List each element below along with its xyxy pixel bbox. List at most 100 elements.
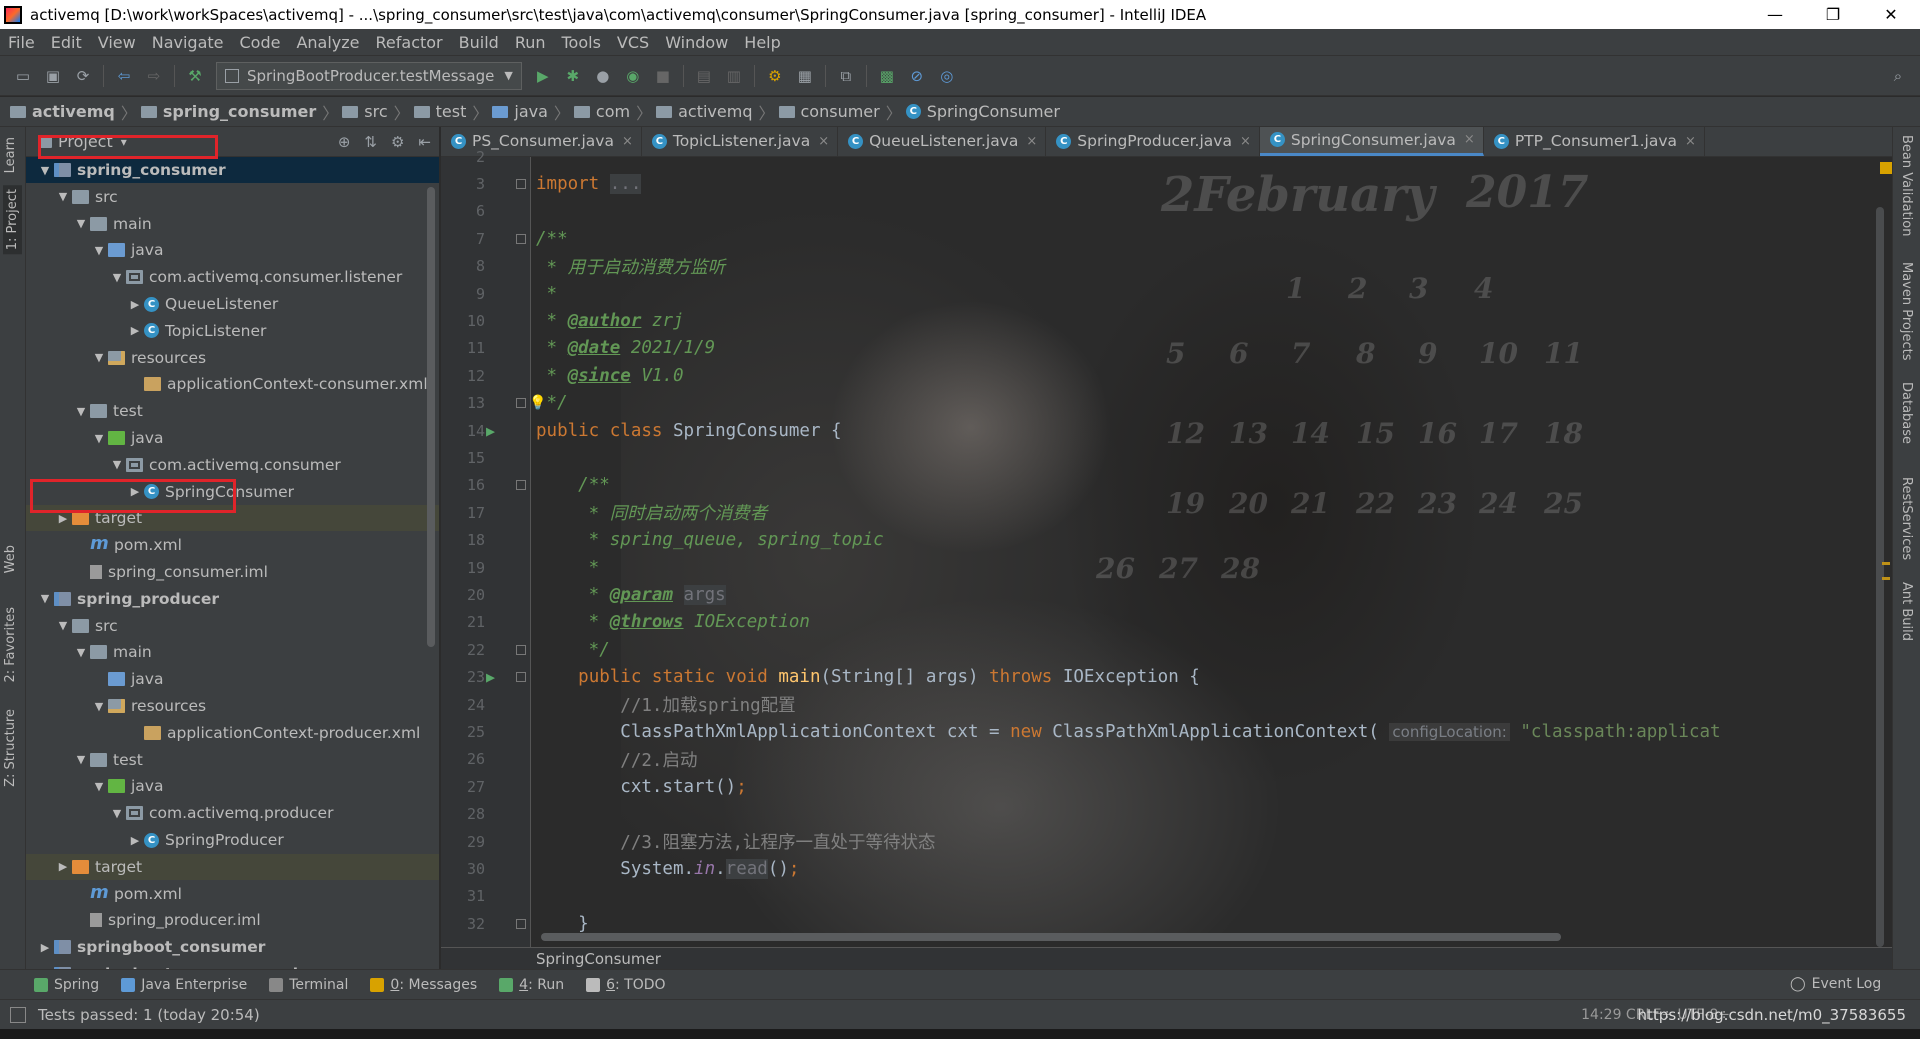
menu-window[interactable]: Window [657, 33, 736, 52]
build-icon[interactable]: ⚒ [183, 64, 207, 88]
expand-arrow-icon[interactable]: ▼ [90, 780, 108, 793]
breadcrumb-item[interactable]: test 〉 [413, 100, 488, 124]
breadcrumb-item[interactable]: activemq 〉 [10, 100, 137, 124]
tree-scrollbar[interactable] [427, 187, 435, 647]
tool-tab-learn[interactable]: Learn [3, 137, 18, 173]
menu-view[interactable]: View [90, 33, 144, 52]
bottom-tool-javaenterprise[interactable]: Java Enterprise [121, 977, 247, 993]
code-line[interactable]: 31 [441, 883, 1892, 910]
tree-item[interactable]: ▶ C TopicListener [26, 318, 439, 344]
menu-navigate[interactable]: Navigate [144, 33, 232, 52]
tool-tab-ant-build[interactable]: Ant Build [1899, 582, 1914, 641]
breadcrumb-item[interactable]: consumer 〉 [778, 100, 902, 124]
tree-item[interactable]: spring_producer.iml [26, 907, 439, 933]
minimize-button[interactable]: — [1746, 0, 1804, 29]
fold-icon[interactable] [516, 398, 526, 409]
expand-arrow-icon[interactable]: ▼ [36, 164, 54, 177]
save-icon[interactable]: ▣ [41, 64, 65, 88]
tool-tab-maven[interactable]: Maven Projects [1899, 262, 1914, 361]
sync-icon[interactable]: ⟳ [71, 64, 95, 88]
tool-tab-bean-validation[interactable]: Bean Validation [1899, 135, 1914, 236]
code-line[interactable]: 29 //3.阻塞方法,让程序一直处于等待状态 [441, 828, 1892, 855]
settings-icon[interactable]: ⚙ [763, 64, 787, 88]
tool-tab-database[interactable]: Database [1899, 382, 1914, 444]
code-line[interactable]: 22 */ [441, 636, 1892, 663]
fold-icon[interactable] [516, 918, 526, 929]
code-line[interactable]: 11 * @date 2021/1/9 [441, 335, 1892, 362]
fold-icon[interactable] [516, 233, 526, 244]
tree-item[interactable]: ▶ C QueueListener [26, 291, 439, 317]
code-line[interactable]: 27 cxt.start(); [441, 773, 1892, 800]
attach-icon[interactable]: ▤ [692, 64, 716, 88]
expand-arrow-icon[interactable]: ▼ [90, 700, 108, 713]
tree-item[interactable]: ▼ spring_producer [26, 586, 439, 612]
expand-arrow-icon[interactable]: ▼ [108, 807, 126, 820]
expand-arrow-icon[interactable]: ▼ [72, 405, 90, 418]
bottom-tool-run[interactable]: 4: Run [499, 977, 564, 993]
menu-help[interactable]: Help [736, 33, 788, 52]
tree-item[interactable]: ▼ main [26, 639, 439, 665]
expand-arrow-icon[interactable]: ▼ [90, 432, 108, 445]
bottom-tool-spring[interactable]: Spring [34, 977, 99, 993]
menu-code[interactable]: Code [232, 33, 289, 52]
tree-item[interactable]: ▶ C SpringConsumer [26, 479, 439, 505]
tree-item[interactable]: applicationContext-consumer.xml [26, 371, 439, 397]
code-line[interactable]: 21 * @throws IOException [441, 609, 1892, 636]
code-line[interactable]: 6 [441, 198, 1892, 225]
gear-icon[interactable]: ⚙ [391, 133, 404, 151]
menu-run[interactable]: Run [507, 33, 554, 52]
breadcrumb-item[interactable]: spring_consumer 〉 [140, 100, 338, 124]
code-line[interactable]: 15 [441, 444, 1892, 471]
close-button[interactable]: ✕ [1862, 0, 1920, 29]
code-line[interactable]: 14 ▶ public class SpringConsumer { [441, 417, 1892, 444]
tool-tab-structure[interactable]: Z: Structure [3, 709, 18, 787]
tree-item[interactable]: ▼ src [26, 184, 439, 210]
code-line[interactable]: 25 ClassPathXmlApplicationContext cxt = … [441, 718, 1892, 745]
code-area[interactable]: 2 3 import ... 6 7/** 8 * 用于启动消费方监听 9 * 10 * @a… [441, 148, 1892, 947]
tree-item[interactable]: m pom.xml [26, 532, 439, 558]
tree-item[interactable]: ▶ springboot_consumer [26, 934, 439, 960]
run-icon[interactable]: ▶ [531, 64, 555, 88]
horizontal-scrollbar[interactable] [541, 933, 1561, 941]
expand-arrow-icon[interactable]: ▼ [54, 619, 72, 632]
code-line[interactable]: 30 System.in.read(); [441, 855, 1892, 882]
tree-item[interactable]: ▼ main [26, 211, 439, 237]
tree-item[interactable]: ▼ java [26, 237, 439, 263]
stop-icon[interactable]: ■ [651, 64, 675, 88]
menu-vcs[interactable]: VCS [609, 33, 657, 52]
debug-icon[interactable]: ✱ [561, 64, 585, 88]
bottom-tool-todo[interactable]: 6: TODO [586, 977, 666, 993]
breadcrumb-item[interactable]: com 〉 [573, 100, 652, 124]
tree-item[interactable]: spring_consumer.iml [26, 559, 439, 585]
collapse-arrow-icon[interactable]: ▶ [126, 485, 144, 498]
tree-item[interactable]: ▼ java [26, 773, 439, 799]
menu-edit[interactable]: Edit [43, 33, 90, 52]
tool-tab-project[interactable]: 1: Project [3, 185, 22, 255]
code-line[interactable]: 19 * [441, 554, 1892, 581]
tree-item[interactable]: ▶ target [26, 853, 439, 880]
tree-item[interactable]: applicationContext-producer.xml [26, 720, 439, 746]
fold-icon[interactable] [516, 672, 526, 683]
profile-icon[interactable]: ◉ [621, 64, 645, 88]
tree-item[interactable]: ▼ com.activemq.producer [26, 800, 439, 826]
code-line[interactable]: 7 /** [441, 225, 1892, 252]
tree-item[interactable]: ▶springboot_consumer_ack [26, 961, 439, 969]
collapse-arrow-icon[interactable]: ▶ [36, 941, 54, 954]
code-line[interactable]: 2 [441, 143, 1892, 170]
expand-arrow-icon[interactable]: ▼ [90, 351, 108, 364]
terminal-icon[interactable]: ▩ [875, 64, 899, 88]
code-line[interactable]: 18 * spring_queue, spring_topic [441, 527, 1892, 554]
back-arrow-icon[interactable]: ⇦ [112, 64, 136, 88]
expand-arrow-icon[interactable]: ▼ [108, 271, 126, 284]
menu-tools[interactable]: Tools [554, 33, 609, 52]
menu-analyze[interactable]: Analyze [288, 33, 367, 52]
expand-arrow-icon[interactable]: ▼ [108, 458, 126, 471]
code-line[interactable]: 8 * 用于启动消费方监听 [441, 253, 1892, 280]
coverage-icon[interactable]: ● [591, 64, 615, 88]
code-line[interactable]: 24 //1.加载spring配置 [441, 691, 1892, 718]
code-line[interactable]: 26 //2.启动 [441, 746, 1892, 773]
run-configuration-select[interactable]: SpringBootProducer.testMessage ▼ [216, 61, 522, 90]
collapse-arrow-icon[interactable]: ▶ [54, 860, 72, 873]
fold-icon[interactable] [516, 644, 526, 655]
bottom-tool-messages[interactable]: 0: Messages [370, 977, 477, 993]
